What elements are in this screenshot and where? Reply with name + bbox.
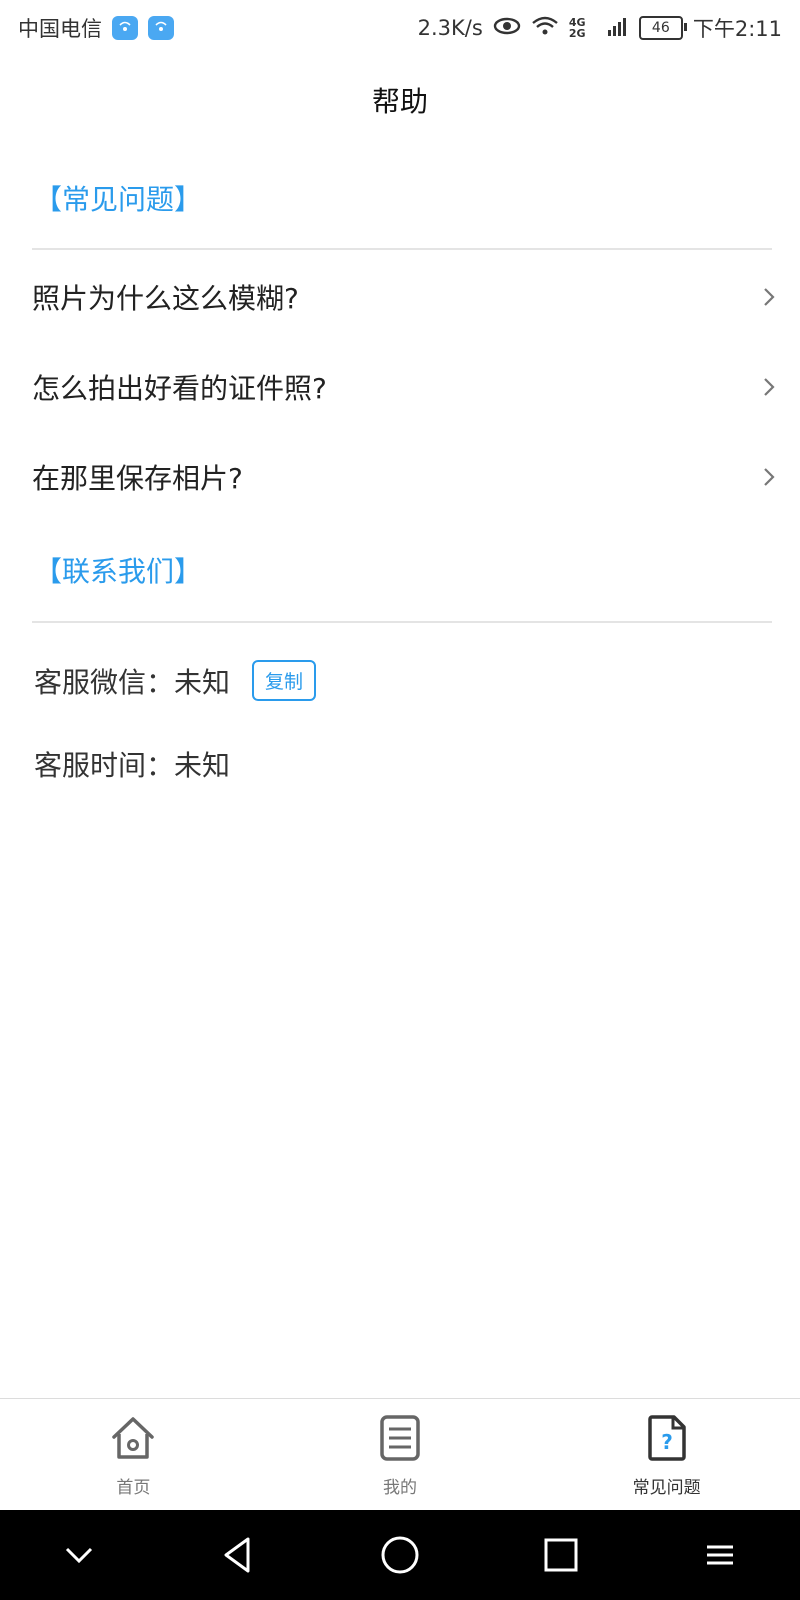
help-screen: 中国电信 2.3K/s 4G 2G 46 下午2:11 帮助 【常见问题】 照片…	[0, 0, 800, 1600]
faq-item-label: 怎么拍出好看的证件照?	[32, 372, 327, 405]
wechat-label: 客服微信：	[34, 665, 175, 699]
contact-section-title: 【联系我们】	[34, 555, 203, 588]
bottom-tab-bar: 首页 我的 ? 常见问题	[0, 1398, 800, 1511]
wifi-icon	[531, 15, 559, 42]
service-time-value: 未知	[174, 749, 231, 782]
eye-icon	[493, 16, 521, 41]
status-bar: 中国电信 2.3K/s 4G 2G 46 下午2:11	[0, 0, 800, 56]
system-nav-bar	[0, 1510, 800, 1600]
signal-icon	[607, 15, 629, 42]
network-type: 4G 2G	[568, 16, 586, 40]
status-left: 中国电信	[18, 13, 174, 43]
wechat-value: 未知	[174, 665, 231, 699]
service-time-row: 客服时间： 未知	[34, 744, 230, 784]
faq-item-blurry-photo[interactable]: 照片为什么这么模糊?	[0, 252, 800, 342]
faq-section-title: 【常见问题】	[34, 183, 203, 216]
home-icon	[112, 1416, 155, 1459]
faq-item-save-photo[interactable]: 在那里保存相片?	[0, 432, 800, 522]
tab-label: 首页	[116, 1477, 151, 1498]
chevron-right-icon	[764, 468, 775, 486]
wifi-calling-icon	[148, 16, 174, 40]
wifi-calling-icon	[112, 16, 138, 40]
tab-label: 常见问题	[632, 1477, 701, 1498]
tab-label: 我的	[383, 1477, 417, 1498]
question-document-icon: ?	[647, 1414, 686, 1461]
chevron-right-icon	[764, 288, 775, 306]
chevron-down-icon[interactable]	[61, 1537, 97, 1573]
carrier-name: 中国电信	[18, 17, 102, 41]
home-circle-icon[interactable]	[379, 1534, 421, 1576]
tab-home[interactable]: 首页	[0, 1399, 267, 1511]
status-right: 2.3K/s 4G 2G 46 下午2:11	[418, 13, 782, 43]
page-title: 帮助	[371, 85, 428, 118]
contact-divider	[32, 621, 772, 623]
status-time: 下午2:11	[692, 17, 782, 41]
back-icon[interactable]	[218, 1535, 258, 1575]
chevron-right-icon	[764, 378, 775, 396]
service-time-label: 客服时间：	[34, 749, 175, 782]
wechat-row: 客服微信： 未知 复制	[34, 660, 317, 701]
tab-mine[interactable]: 我的	[267, 1399, 534, 1511]
faq-divider	[32, 248, 772, 250]
faq-item-label: 照片为什么这么模糊?	[32, 282, 299, 315]
tab-faq[interactable]: ? 常见问题	[533, 1399, 800, 1511]
faq-item-label: 在那里保存相片?	[32, 462, 243, 495]
document-list-icon	[380, 1414, 420, 1461]
faq-item-good-id-photo[interactable]: 怎么拍出好看的证件照?	[0, 342, 800, 432]
network-speed: 2.3K/s	[417, 16, 483, 40]
copy-button[interactable]: 复制	[252, 660, 317, 701]
svg-text:?: ?	[661, 1430, 673, 1454]
menu-icon[interactable]	[701, 1536, 739, 1574]
recent-apps-icon[interactable]	[542, 1536, 580, 1574]
battery-icon: 46	[638, 16, 687, 40]
